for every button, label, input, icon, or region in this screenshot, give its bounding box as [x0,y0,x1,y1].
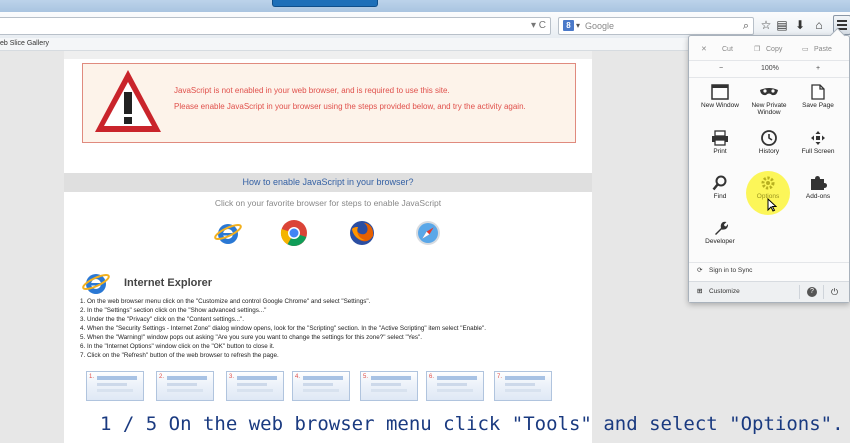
zoom-in-button[interactable]: + [816,61,820,77]
chrome-icon[interactable] [280,219,308,247]
step-item: 2. In the "Settings" section click on th… [80,307,267,314]
edit-controls: ✕ Cut ❐ Copy ▭ Paste [689,42,849,58]
step-thumbnail[interactable]: 1. [86,371,144,401]
copy-button[interactable]: Copy [766,42,782,58]
print-button[interactable]: Print [695,130,745,172]
search-placeholder: Google [585,21,615,31]
sync-icon: ⟳ [697,267,703,274]
engine-dropdown-icon[interactable]: ▾ [576,19,580,33]
history-clock-icon [761,130,777,146]
window-titlebar [0,0,850,12]
save-page-icon [811,84,825,100]
options-gear-icon [761,176,775,190]
active-tab-indicator[interactable] [272,0,378,7]
history-button[interactable]: History [744,130,794,172]
zoom-out-button[interactable]: − [719,61,723,77]
new-private-window-button[interactable]: New Private Window [744,84,794,126]
paste-button[interactable]: Paste [814,42,832,58]
reload-icon[interactable]: ▾ C [531,18,546,34]
full-screen-icon [811,131,825,145]
javascript-warning-box: JavaScript is not enabled in your web br… [82,63,576,143]
content-top-rim [64,51,592,59]
slide-caption: 1 / 5 On the web browser menu click "Too… [100,413,844,435]
bookmark-star-icon[interactable]: ☆ [758,17,774,33]
step-item: 4. When the "Security Settings - Interne… [80,325,487,332]
save-page-button[interactable]: Save Page [793,84,843,126]
customize-plus-icon[interactable]: ⊞ [697,282,702,302]
print-icon [712,130,728,146]
zoom-controls: − 100% + [689,60,849,78]
warning-line-2: Please enable JavaScript in your browser… [174,102,526,111]
zoom-level[interactable]: 100% [761,61,779,77]
internet-explorer-section-icon [82,274,110,294]
step-item: 7. Click on the "Refresh" button of the … [80,352,279,359]
step-thumbnail[interactable]: 3. [226,371,284,401]
sign-in-to-sync-button[interactable]: ⟳ Sign in to Sync [689,262,849,279]
quit-power-icon[interactable]: ⏻ [831,282,838,302]
home-icon[interactable]: ⌂ [811,17,827,33]
step-thumbnail[interactable]: 4. [292,371,350,401]
full-screen-button[interactable]: Full Screen [793,130,843,172]
search-icon[interactable]: ⌕ [743,18,749,34]
step-thumbnail[interactable]: 6. [426,371,484,401]
developer-button[interactable]: Developer [695,220,745,262]
download-icon[interactable]: ⬇ [792,17,808,33]
developer-wrench-icon [715,221,728,235]
add-ons-puzzle-icon [811,176,827,190]
warning-triangle-icon [95,70,161,132]
customize-button[interactable]: Customize [709,282,740,302]
step-item: 1. On the web browser menu click on the … [80,298,371,305]
search-bar[interactable]: 8 ▾ Google ⌕ [558,17,754,35]
step-item: 5. When the "Warning!" window pops out a… [80,334,422,341]
firefox-menu-panel: ✕ Cut ❐ Copy ▭ Paste − 100% + New Window… [688,35,850,303]
add-ons-button[interactable]: Add-ons [793,175,843,217]
cut-icon: ✕ [701,46,707,53]
internet-explorer-icon[interactable] [214,219,242,247]
row-divider [823,285,824,299]
mouse-cursor-icon [767,198,777,212]
find-button[interactable]: Find [695,175,745,217]
url-bar[interactable]: ▾ C [0,17,551,35]
search-engine-icon[interactable]: 8 [563,20,574,31]
copy-icon: ❐ [754,46,761,53]
bookmark-web-slice-gallery[interactable]: eb Slice Gallery [0,38,49,50]
find-magnifier-icon [712,175,727,191]
cut-button[interactable]: Cut [722,42,733,58]
warning-line-1: JavaScript is not enabled in your web br… [174,86,450,95]
step-item: 3. Under the the "Privacy" click on the … [80,316,244,323]
step-thumbnail[interactable]: 5. [360,371,418,401]
steps-list: 1. On the web browser menu click on the … [80,297,580,360]
step-thumbnail[interactable]: 7. [494,371,552,401]
step-item: 6. In the "Internet Options" window clic… [80,343,275,350]
customize-row: ⊞ Customize ? ⏻ [689,281,849,302]
safari-icon[interactable] [414,219,442,247]
new-window-icon [711,84,729,100]
click-instruction: Click on your favorite browser for steps… [214,198,442,208]
help-button[interactable]: ? [807,287,817,297]
sign-in-label: Sign in to Sync [709,267,753,274]
step-thumbnail[interactable]: 2. [156,371,214,401]
firefox-icon[interactable] [348,219,376,247]
row-divider [799,285,800,299]
bookmarks-menu-icon[interactable]: ▤ [774,17,790,33]
paste-icon: ▭ [802,46,809,53]
how-to-heading: How to enable JavaScript in your browser… [64,173,592,192]
page-content: JavaScript is not enabled in your web br… [64,51,592,443]
section-title: Internet Explorer [124,277,213,289]
private-mask-icon [760,88,778,96]
new-window-button[interactable]: New Window [695,84,745,126]
